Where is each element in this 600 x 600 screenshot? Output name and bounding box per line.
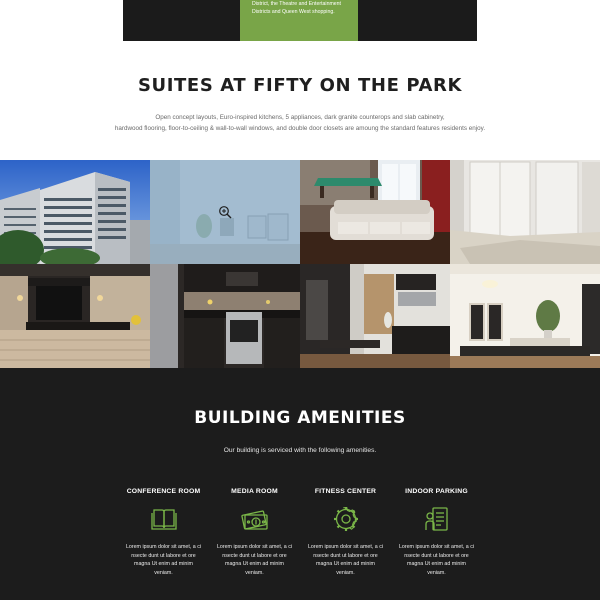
zoom-in-icon[interactable] [218, 205, 232, 219]
book-icon [150, 509, 177, 530]
amenities-title: BUILDING AMENITIES [194, 408, 406, 428]
gallery-photo-open-kitchen[interactable] [300, 264, 450, 368]
amenities-section: BUILDING AMENITIES Our building is servi… [0, 368, 600, 600]
gear-icon [333, 507, 358, 532]
top-banner: District, the Theatre and Entertainment … [123, 0, 477, 41]
amenity-fitness-center: FITNESS CENTER Lorem ipsum dolor sit ame… [300, 488, 391, 577]
gallery-photo-lounge[interactable] [300, 160, 450, 264]
gallery-photo-building-exterior[interactable] [0, 160, 150, 264]
amenity-conference-room: CONFERENCE ROOM Lorem ipsum dolor sit am… [118, 488, 209, 577]
gallery-photo-bedroom[interactable] [450, 160, 600, 264]
amenity-description: Lorem ipsum dolor sit amet, a ci nsecte … [216, 544, 293, 576]
gallery-hover-overlay[interactable] [150, 160, 300, 264]
amenity-title: FITNESS CENTER [314, 488, 377, 495]
amenity-title: INDOOR PARKING [405, 488, 468, 495]
amenity-title: MEDIA ROOM [231, 488, 278, 495]
amenities-subtitle: Our building is serviced with the follow… [223, 447, 377, 454]
gallery-photo-living-bright[interactable] [450, 264, 600, 368]
suites-title: SUITES AT FIFTY ON THE PARK [137, 75, 463, 96]
amenity-indoor-parking: INDOOR PARKING Lorem ipsum dolor sit ame… [391, 488, 482, 577]
amenity-media-room: MEDIA ROOM Lorem ipsum dolor sit amet, a… [209, 488, 300, 577]
suites-description-line-1: Open concept layouts, Euro-inspired kitc… [155, 114, 445, 121]
amenity-description: Lorem ipsum dolor sit amet, a ci nsecte … [125, 544, 202, 576]
location-text-panel: District, the Theatre and Entertainment … [240, 0, 358, 41]
gallery-photo-kitchen-stone[interactable] [0, 264, 150, 368]
amenity-description: Lorem ipsum dolor sit amet, a ci nsecte … [398, 544, 475, 576]
location-text: District, the Theatre and Entertainment … [252, 1, 342, 15]
suites-gallery [0, 160, 600, 368]
amenity-description: Lorem ipsum dolor sit amet, a ci nsecte … [307, 544, 384, 576]
amenity-title: CONFERENCE ROOM [126, 488, 201, 495]
amenities-grid: CONFERENCE ROOM Lorem ipsum dolor sit am… [118, 488, 482, 577]
suites-description-line-2: hardwood flooring, floor-to-ceiling & wa… [114, 125, 486, 132]
gallery-photo-living-room[interactable] [150, 160, 300, 264]
suites-description: Open concept layouts, Euro-inspired kitc… [0, 112, 600, 134]
parking-receipt-icon [424, 507, 448, 531]
money-icon [240, 510, 268, 530]
gallery-photo-kitchen-dark[interactable] [150, 264, 300, 368]
